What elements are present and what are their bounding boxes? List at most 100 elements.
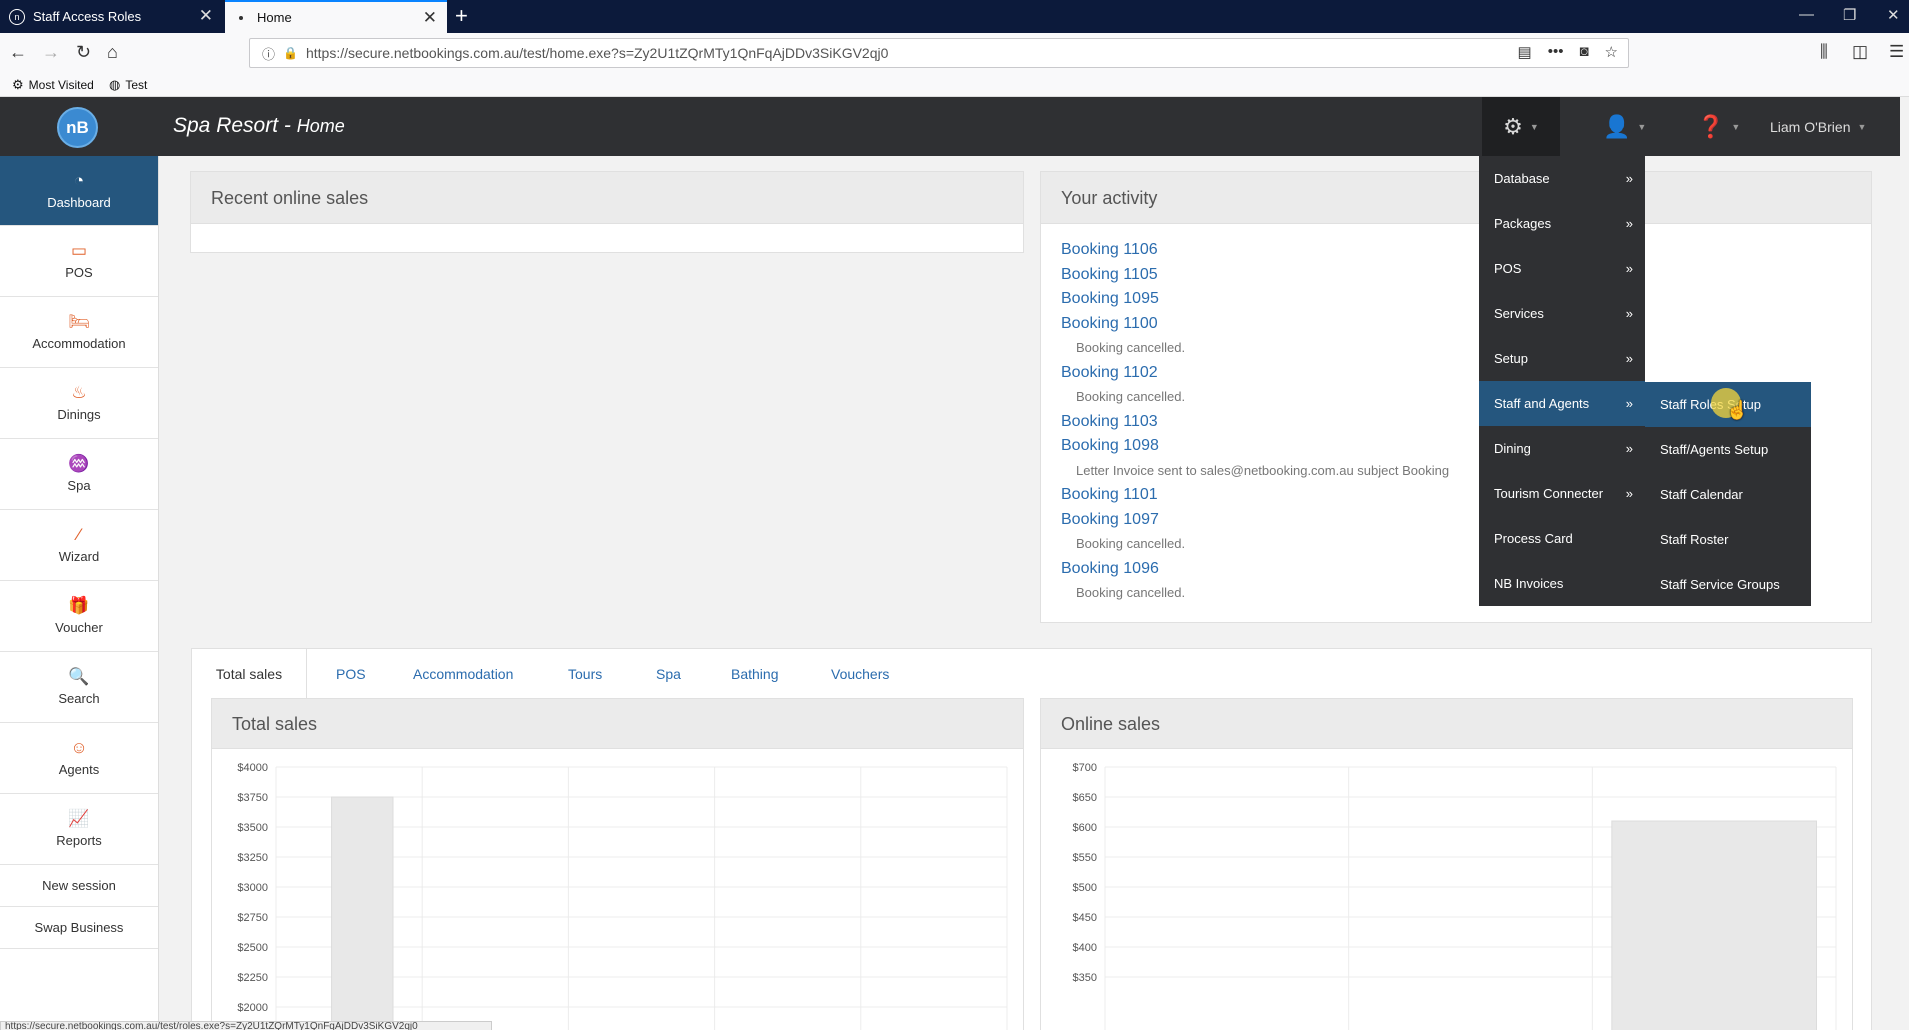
caret-down-icon: ▼ bbox=[1637, 121, 1647, 132]
question-circle-icon: ❓ bbox=[1697, 113, 1725, 139]
menu-item-database[interactable]: Database » bbox=[1479, 156, 1645, 201]
sidebar-item-spa[interactable]: ♒ Spa bbox=[0, 439, 158, 510]
online-sales-chart-panel: Online sales $700 $650 $600 $550 $500 $450 $40… bbox=[1040, 698, 1853, 1030]
menu-item-packages[interactable]: Packages » bbox=[1479, 201, 1645, 246]
browser-tab-home[interactable]: Home ✕ bbox=[225, 0, 447, 33]
menu-item-staff-and-agents[interactable]: Staff and Agents » bbox=[1479, 381, 1645, 426]
submenu-arrow-icon: » bbox=[1625, 306, 1633, 321]
sidebar-item-search[interactable]: 🔍 Search bbox=[0, 652, 158, 723]
submenu-item-staff-service-groups[interactable]: Staff Service Groups bbox=[1645, 562, 1811, 607]
menu-item-label: NB Invoices bbox=[1494, 576, 1564, 591]
y-tick-label: $3000 bbox=[237, 882, 268, 894]
sidebar-item-label: Spa bbox=[67, 478, 91, 493]
tab-vouchers[interactable]: Vouchers bbox=[831, 649, 889, 699]
agent-icon: ☺ bbox=[70, 738, 88, 757]
activity-booking-link[interactable]: Booking 1100 bbox=[1061, 312, 1851, 337]
y-tick-label: $550 bbox=[1073, 852, 1097, 864]
user-menu-button[interactable]: Liam O'Brien ▼ bbox=[1770, 97, 1866, 156]
restore-window-icon[interactable]: ❐ bbox=[1843, 6, 1856, 24]
page-name: Home bbox=[296, 116, 345, 136]
sidebar-item-wizard[interactable]: ⁄ Wizard bbox=[0, 510, 158, 581]
close-window-icon[interactable]: ✕ bbox=[1887, 6, 1900, 24]
activity-booking-link[interactable]: Booking 1106 bbox=[1061, 238, 1851, 263]
new-session-link[interactable]: New session bbox=[0, 865, 158, 907]
y-tick-label: $350 bbox=[1073, 972, 1097, 984]
sidebar-item-voucher[interactable]: 🎁 Voucher bbox=[0, 581, 158, 652]
activity-note: Booking cancelled. bbox=[1076, 340, 1186, 355]
minimize-window-icon[interactable]: — bbox=[1799, 6, 1814, 23]
sidebar-item-accommodation[interactable]: 🛏 Accommodation bbox=[0, 297, 158, 368]
back-arrow-icon[interactable]: ← bbox=[9, 42, 27, 62]
menu-item-label: Staff and Agents bbox=[1494, 396, 1590, 411]
submenu-item-staff-agents-setup[interactable]: Staff/Agents Setup bbox=[1645, 427, 1811, 472]
address-bar-url[interactable]: https://secure.netbookings.com.au/test/h… bbox=[306, 45, 888, 61]
dining-icon: ♨ bbox=[71, 383, 87, 402]
y-tick-label: $2250 bbox=[237, 972, 268, 984]
bookmark-label: Most Visited bbox=[28, 78, 94, 92]
help-menu-button[interactable]: ❓ ▼ bbox=[1697, 97, 1740, 156]
tab-accommodation[interactable]: Accommodation bbox=[413, 649, 513, 699]
site-info-icon[interactable]: ⓘ bbox=[262, 44, 275, 63]
bookmark-star-icon[interactable]: ☆ bbox=[1605, 43, 1618, 61]
sidebar-item-dashboard[interactable]: ◔ Dashboard bbox=[0, 156, 158, 226]
y-tick-label: $3250 bbox=[237, 852, 268, 864]
y-tick-label: $2500 bbox=[237, 942, 268, 954]
browser-tab-staff-access-roles[interactable]: n Staff Access Roles ✕ bbox=[0, 0, 223, 33]
forward-arrow-icon[interactable]: → bbox=[42, 42, 60, 62]
pocket-icon[interactable]: ◙ bbox=[1579, 43, 1588, 61]
sidebar-item-pos[interactable]: ▭ POS bbox=[0, 226, 158, 297]
sidebar-item-reports[interactable]: 📈 Reports bbox=[0, 794, 158, 865]
tab-spa[interactable]: Spa bbox=[656, 649, 681, 699]
menu-item-dining[interactable]: Dining » bbox=[1479, 426, 1645, 471]
page-actions-icon[interactable]: ••• bbox=[1548, 43, 1564, 61]
lock-icon: 🔒 bbox=[283, 46, 298, 60]
menu-item-tourism-connecter[interactable]: Tourism Connecter » bbox=[1479, 471, 1645, 516]
tab-tours[interactable]: Tours bbox=[568, 649, 602, 699]
tab-total-sales[interactable]: Total sales bbox=[192, 649, 307, 699]
activity-booking-link[interactable]: Booking 1105 bbox=[1061, 263, 1851, 288]
bookmark-most-visited[interactable]: ⚙ Most Visited bbox=[12, 77, 94, 93]
address-bar[interactable]: ⓘ 🔒 https://secure.netbookings.com.au/te… bbox=[249, 38, 1629, 68]
reload-icon[interactable]: ↻ bbox=[76, 42, 91, 62]
close-tab-icon[interactable]: ✕ bbox=[423, 9, 437, 26]
bed-icon: 🛏 bbox=[68, 312, 90, 331]
submenu-arrow-icon: » bbox=[1625, 441, 1633, 456]
y-tick-label: $600 bbox=[1073, 822, 1097, 834]
menu-item-process-card[interactable]: Process Card bbox=[1479, 516, 1645, 561]
library-icon[interactable]: ⫼ bbox=[1820, 42, 1828, 62]
chart-bar[interactable] bbox=[331, 796, 394, 1030]
y-tick-label: $2000 bbox=[237, 1002, 268, 1014]
sidebar-toggle-icon[interactable]: ◫ bbox=[1852, 42, 1868, 62]
new-tab-plus-icon[interactable]: + bbox=[455, 4, 468, 28]
sidebar-item-label: Voucher bbox=[55, 620, 103, 635]
menu-item-nb-invoices[interactable]: NB Invoices bbox=[1479, 561, 1645, 606]
close-tab-icon[interactable]: ✕ bbox=[199, 7, 213, 24]
tab-bathing[interactable]: Bathing bbox=[731, 649, 778, 699]
menu-hamburger-icon[interactable]: ☰ bbox=[1889, 42, 1904, 62]
sidebar-item-label: Accommodation bbox=[32, 336, 126, 351]
menu-item-label: Process Card bbox=[1494, 531, 1573, 546]
swap-business-link[interactable]: Swap Business bbox=[0, 907, 158, 949]
menu-item-services[interactable]: Services » bbox=[1479, 291, 1645, 336]
submenu-item-staff-roster[interactable]: Staff Roster bbox=[1645, 517, 1811, 562]
staff-menu-button[interactable]: 👤 ▼ bbox=[1603, 97, 1646, 156]
gear-icon: ⚙ bbox=[12, 77, 24, 92]
netbookings-logo[interactable]: nB bbox=[57, 107, 98, 148]
bookmark-test[interactable]: ◍ Test bbox=[109, 77, 147, 93]
chart-bar[interactable] bbox=[1611, 820, 1818, 1030]
sidebar-item-agents[interactable]: ☺ Agents bbox=[0, 723, 158, 794]
settings-menu-button[interactable]: ⚙ ▼ bbox=[1482, 97, 1560, 156]
y-tick-label: $4000 bbox=[237, 762, 268, 774]
browser-tab-bar: n Staff Access Roles ✕ Home ✕ + — ❐ ✕ bbox=[0, 0, 1909, 33]
home-icon[interactable]: ⌂ bbox=[107, 42, 118, 62]
page-title: Spa Resort - Home bbox=[173, 114, 345, 138]
tab-pos[interactable]: POS bbox=[336, 649, 366, 699]
bookmark-label: Test bbox=[125, 78, 148, 92]
activity-booking-link[interactable]: Booking 1095 bbox=[1061, 287, 1851, 312]
sidebar-item-dinings[interactable]: ♨ Dinings bbox=[0, 368, 158, 439]
menu-item-setup[interactable]: Setup » bbox=[1479, 336, 1645, 381]
submenu-item-staff-calendar[interactable]: Staff Calendar bbox=[1645, 472, 1811, 517]
reader-view-icon[interactable]: ▤ bbox=[1518, 43, 1532, 61]
submenu-arrow-icon: » bbox=[1625, 351, 1633, 366]
menu-item-pos[interactable]: POS » bbox=[1479, 246, 1645, 291]
